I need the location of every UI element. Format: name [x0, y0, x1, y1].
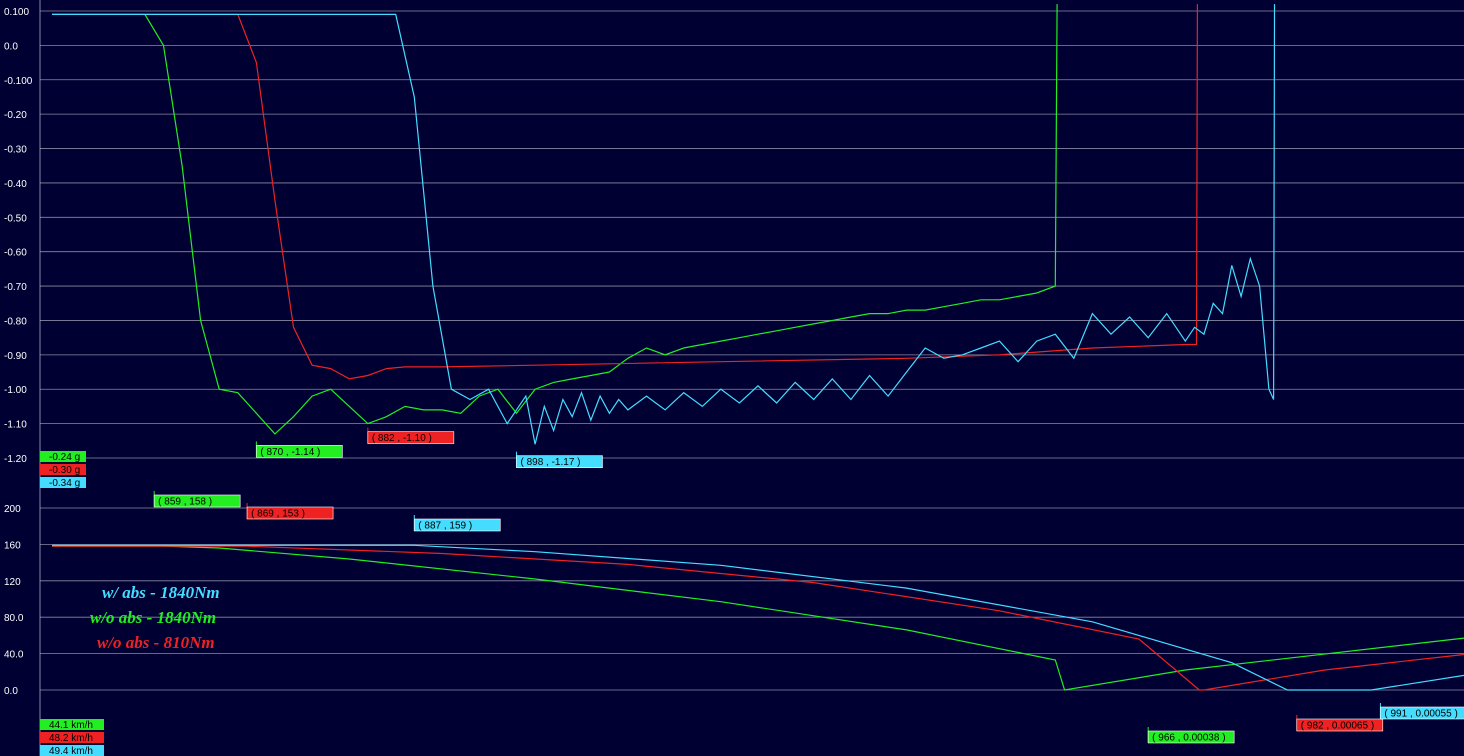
- cursor-value-label: 48.2 km/h: [49, 733, 93, 744]
- y-tick-label: -1.00: [4, 385, 27, 396]
- y-tick-label: -0.60: [4, 248, 27, 259]
- y-tick-label: -0.80: [4, 316, 27, 327]
- series-line-green: [52, 545, 1464, 691]
- marker-label: ( 982 , 0.00065 ): [1301, 721, 1374, 732]
- cursor-value-label: -0.34 g: [49, 478, 80, 489]
- series-line-green: [52, 4, 1058, 435]
- y-tick-label: 160: [4, 540, 21, 551]
- y-tick-label: 40.0: [4, 650, 24, 661]
- chart-canvas: 0.100 0.0 -0.100 -0.20 -0.30 -0.40 -0.50 -0.60 -…: [4, 0, 1464, 756]
- series-line-red: [52, 4, 1199, 380]
- marker-label: ( 898 , -1.17 ): [520, 457, 580, 468]
- cursor-value-label: -0.30 g: [49, 465, 80, 476]
- cursor-value-label: -0.24 g: [49, 452, 80, 463]
- y-tick-label: -0.50: [4, 213, 27, 224]
- y-tick-label: -0.90: [4, 351, 27, 362]
- marker-label: ( 887 , 159 ): [418, 521, 472, 532]
- y-tick-label: -0.20: [4, 110, 27, 121]
- y-tick-label: -0.30: [4, 145, 27, 156]
- y-tick-label: 120: [4, 577, 21, 588]
- y-tick-label: 0.0: [4, 686, 18, 697]
- legend-entry: w/ abs - 1840Nm: [102, 583, 220, 602]
- y-tick-label: 0.0: [4, 41, 18, 52]
- marker-label: ( 966 , 0.00038 ): [1152, 733, 1225, 744]
- legend-entry: w/o abs - 810Nm: [97, 633, 215, 652]
- series-line-red: [52, 545, 1464, 691]
- marker-label: ( 869 , 153 ): [251, 509, 305, 520]
- y-tick-label: -0.100: [4, 76, 33, 87]
- series-line-cyan: [52, 4, 1276, 445]
- y-tick-label: -1.10: [4, 420, 27, 431]
- cursor-value-label: 49.4 km/h: [49, 746, 93, 756]
- y-tick-label: -0.40: [4, 179, 27, 190]
- marker-label: ( 991 , 0.00055 ): [1384, 709, 1457, 720]
- y-tick-label: 80.0: [4, 613, 24, 624]
- series-line-cyan: [52, 544, 1464, 691]
- y-tick-label: 0.100: [4, 7, 29, 18]
- y-tick-label: 200: [4, 504, 21, 515]
- y-tick-label: -1.20: [4, 454, 27, 465]
- marker-label: ( 870 , -1.14 ): [260, 447, 320, 458]
- legend-entry: w/o abs - 1840Nm: [90, 608, 216, 627]
- y-tick-label: -0.70: [4, 282, 27, 293]
- marker-label: ( 882 , -1.10 ): [372, 433, 432, 444]
- cursor-value-label: 44.1 km/h: [49, 720, 93, 731]
- marker-label: ( 859 , 158 ): [158, 497, 212, 508]
